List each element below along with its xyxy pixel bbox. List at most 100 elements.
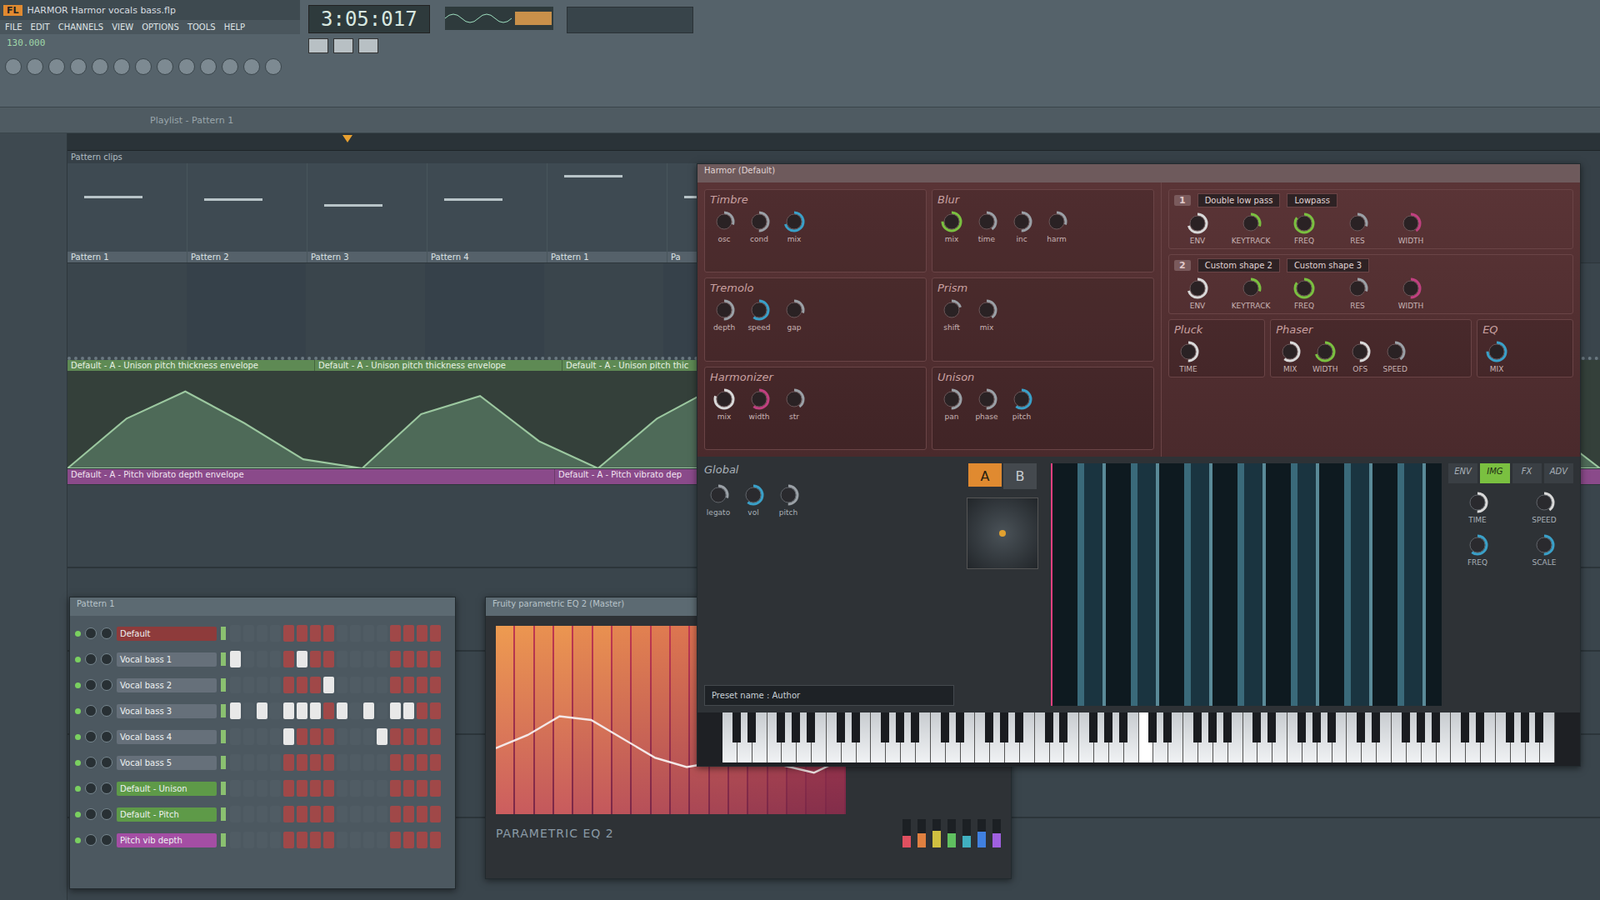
knob[interactable]: vol (739, 482, 768, 517)
channel-button[interactable]: Default - Pitch (116, 807, 217, 822)
piano-key[interactable] (1119, 712, 1128, 743)
pan-knob[interactable] (85, 679, 97, 691)
step-button[interactable] (363, 625, 375, 642)
knob[interactable]: legato (704, 482, 733, 517)
step-button[interactable] (403, 650, 415, 668)
menu-item[interactable]: FILE (5, 22, 23, 32)
piano-key[interactable] (1183, 712, 1199, 763)
part-button[interactable]: A (968, 463, 1002, 487)
menu-item[interactable]: VIEW (111, 22, 134, 32)
step-button[interactable] (416, 676, 428, 694)
led-icon[interactable] (75, 734, 81, 740)
step-button[interactable] (416, 728, 428, 745)
side-tab[interactable]: IMG (1480, 463, 1510, 484)
step-button[interactable] (416, 625, 428, 642)
knob[interactable]: SCALE (1515, 532, 1574, 567)
knob[interactable]: KEYTRACK (1227, 275, 1275, 310)
knob[interactable]: TIME (1174, 339, 1203, 374)
knob[interactable]: MIX (1275, 339, 1305, 374)
knob[interactable]: pitch (774, 482, 803, 517)
step-button[interactable] (283, 728, 295, 745)
step-button[interactable] (283, 650, 295, 668)
piano-key[interactable] (1401, 712, 1410, 743)
piano-key[interactable] (1139, 712, 1155, 763)
tool-icon[interactable] (178, 58, 195, 75)
step-button[interactable] (363, 728, 375, 745)
knob[interactable]: SPEED (1515, 490, 1574, 525)
knob[interactable]: phase (972, 386, 1001, 421)
knob[interactable]: mix (937, 209, 966, 244)
knob[interactable]: OFS (1345, 339, 1375, 374)
pan-knob[interactable] (85, 782, 97, 795)
filter-type-dropdown[interactable]: Custom shape 2 (1197, 258, 1280, 273)
logo[interactable]: FL (3, 5, 23, 16)
window-title[interactable]: Harmor (Default) (697, 164, 1580, 183)
piano-key[interactable] (1079, 712, 1095, 763)
step-button[interactable] (230, 728, 241, 745)
step-button[interactable] (256, 676, 268, 694)
tool-icon[interactable] (113, 58, 130, 75)
piano-key[interactable] (1267, 712, 1276, 743)
knob[interactable]: RES (1334, 210, 1381, 245)
knob[interactable]: WIDTH (1387, 275, 1435, 310)
step-button[interactable] (363, 805, 375, 823)
channel-button[interactable]: Vocal bass 3 (116, 704, 217, 719)
step-button[interactable] (283, 754, 295, 771)
knob[interactable]: speed (745, 297, 774, 332)
step-button[interactable] (403, 702, 415, 720)
knob[interactable]: WIDTH (1310, 339, 1340, 374)
side-tab[interactable]: FX (1512, 463, 1542, 484)
piano-key[interactable] (1089, 712, 1098, 743)
channel-button[interactable]: Vocal bass 2 (116, 678, 217, 693)
step-button[interactable] (430, 780, 441, 797)
knob[interactable]: inc (1007, 209, 1036, 244)
piano-key[interactable] (747, 712, 756, 743)
xy-pad[interactable] (966, 497, 1039, 570)
step-button[interactable] (390, 676, 401, 694)
window-title[interactable]: Pattern 1 (70, 597, 455, 616)
automation-clip-label[interactable]: Default - A - Unison pitch thickness env… (315, 360, 563, 371)
piano-key[interactable] (975, 712, 990, 763)
step-button[interactable] (416, 754, 428, 771)
step-button[interactable] (323, 805, 335, 823)
led-icon[interactable] (75, 837, 81, 844)
step-button[interactable] (243, 780, 255, 797)
piano-key[interactable] (1505, 712, 1515, 743)
step-button[interactable] (336, 650, 348, 668)
filter-mode-dropdown[interactable]: Lowpass (1286, 193, 1338, 208)
pattern-clip[interactable]: Pattern 2 (187, 163, 308, 263)
knob[interactable]: SPEED (1380, 339, 1410, 374)
knob[interactable]: pan (937, 386, 966, 421)
menu-item[interactable]: TOOLS (187, 22, 216, 32)
step-button[interactable] (310, 676, 321, 694)
step-button[interactable] (350, 831, 361, 849)
step-button[interactable] (310, 728, 321, 745)
step-button[interactable] (310, 625, 321, 642)
step-button[interactable] (430, 650, 441, 668)
step-button[interactable] (376, 780, 388, 797)
automation-clip-label[interactable]: Default - A - Pitch vibrato depth envelo… (67, 469, 555, 485)
step-button[interactable] (323, 676, 335, 694)
channel-button[interactable]: Vocal bass 1 (116, 652, 217, 667)
piano-key[interactable] (1104, 712, 1113, 743)
step-button[interactable] (350, 805, 361, 823)
piano-key[interactable] (940, 712, 950, 743)
play-icon[interactable] (308, 38, 329, 54)
step-button[interactable] (270, 780, 281, 797)
step-button[interactable] (336, 754, 348, 771)
piano-key[interactable] (722, 712, 738, 763)
step-button[interactable] (296, 676, 308, 694)
step-button[interactable] (310, 702, 321, 720)
automation-clip-label[interactable]: Default - A - Unison pitch thickness env… (67, 360, 315, 371)
volume-knob[interactable] (100, 627, 113, 640)
knob[interactable]: harm (1042, 209, 1071, 244)
step-button[interactable] (310, 650, 321, 668)
knob[interactable]: FREQ (1280, 275, 1328, 310)
channel-button[interactable]: Default (116, 626, 217, 641)
stop-icon[interactable] (333, 38, 354, 54)
select-icon[interactable] (220, 704, 226, 718)
step-button[interactable] (403, 805, 415, 823)
tool-icon[interactable] (135, 58, 152, 75)
piano-key[interactable] (1520, 712, 1530, 743)
step-button[interactable] (416, 831, 428, 849)
